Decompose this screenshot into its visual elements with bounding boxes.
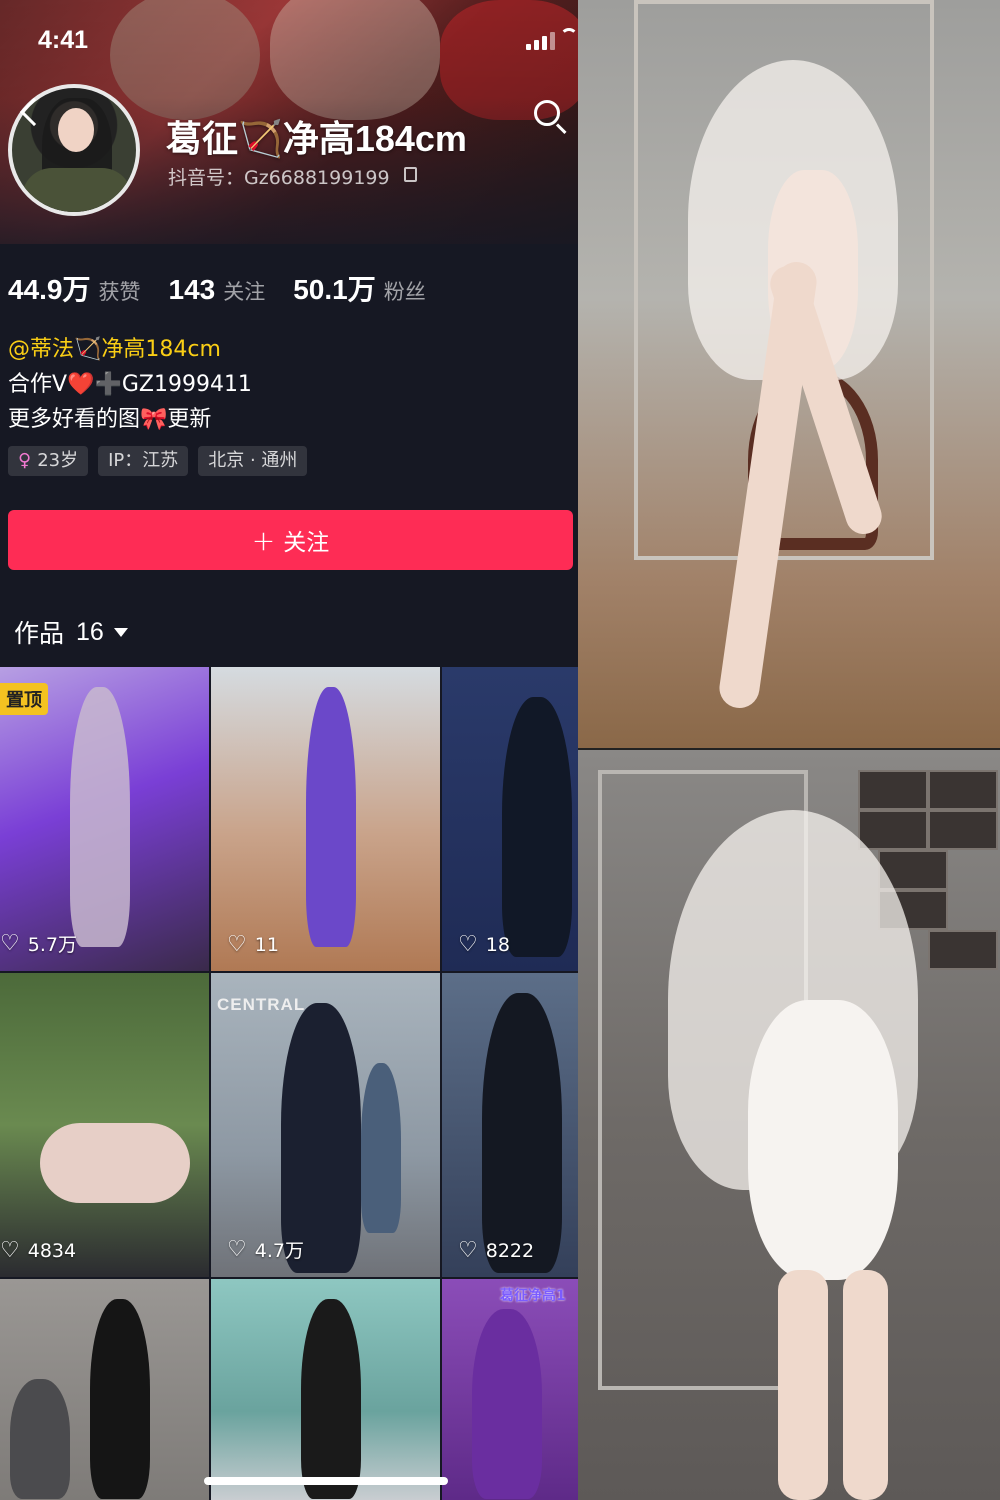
signal-icon: [526, 32, 556, 50]
video-thumbnail[interactable]: 置顶 ♡ 5.7万: [0, 667, 209, 971]
photo-bride-standing: [578, 750, 1000, 1500]
wifi-icon: [560, 28, 578, 46]
video-thumbnail[interactable]: 葛征净高1: [442, 1279, 578, 1500]
like-count: ♡ 11: [227, 932, 279, 957]
like-count: ♡ 18: [458, 932, 510, 957]
heart-icon: ♡: [0, 931, 20, 956]
profile-name: 葛征🏹净高184cm: [166, 118, 467, 159]
photo-collage: [578, 0, 1000, 1500]
stat-following-value: 143: [168, 274, 216, 305]
profile-tags: ♀ 23岁 IP：江苏 北京 · 通州: [8, 446, 317, 476]
plus-icon: +: [251, 523, 276, 557]
like-count: ♡ 4.7万: [227, 1237, 304, 1262]
chevron-down-icon: [113, 627, 128, 637]
status-time: 4:41: [38, 26, 89, 54]
stat-likes-label: 获赞: [98, 280, 141, 304]
video-thumbnail[interactable]: [211, 1279, 440, 1500]
tab-works[interactable]: 作品 16: [14, 614, 128, 650]
tab-works-count: 16: [76, 617, 104, 646]
video-grid: 置顶 ♡ 5.7万 ♡ 11 ♡ 18 ♡ 4834 CENTRAL ♡ 4.7万 ♡ 82…: [0, 667, 578, 1500]
video-thumbnail[interactable]: ♡ 18: [442, 667, 578, 971]
tag-ip: IP：江苏: [98, 446, 189, 476]
search-icon[interactable]: [534, 100, 560, 126]
heart-icon: ♡: [458, 1238, 478, 1263]
douyin-id: 抖音号：Gz6688199199: [168, 167, 390, 189]
pinned-badge: 置顶: [0, 683, 48, 715]
female-icon: ♀: [18, 450, 32, 471]
heart-icon: ♡: [0, 1238, 20, 1263]
stat-followers[interactable]: 50.1万 粉丝: [293, 268, 426, 308]
stat-likes-value: 44.9万: [8, 274, 91, 305]
stat-followers-value: 50.1万: [293, 274, 376, 305]
video-caption: 葛征净高1: [500, 1288, 566, 1304]
profile-screen: 4:41 葛征🏹净高184cm 抖音号：Gz6688199199 44.9万 获…: [0, 0, 578, 1500]
home-indicator: [204, 1477, 448, 1485]
stat-likes[interactable]: 44.9万 获赞: [8, 268, 141, 308]
tag-age: ♀ 23岁: [8, 446, 89, 476]
video-thumbnail[interactable]: ♡ 8222: [442, 973, 578, 1277]
heart-icon: ♡: [227, 1237, 247, 1262]
tag-location: 北京 · 通州: [198, 446, 308, 476]
like-count: ♡ 8222: [458, 1238, 535, 1263]
bio-line-update: 更多好看的图🎀更新: [8, 407, 212, 432]
heart-icon: ♡: [458, 932, 478, 957]
video-thumbnail[interactable]: ♡ 11: [211, 667, 440, 971]
like-count: ♡ 4834: [0, 1238, 77, 1263]
copy-icon[interactable]: [404, 167, 417, 182]
sign-text: CENTRAL: [217, 995, 306, 1014]
follow-button[interactable]: + 关注: [8, 510, 573, 570]
photo-bride-sitting: [578, 0, 1000, 748]
heart-icon: ♡: [227, 932, 247, 957]
bio-mention-link[interactable]: @蒂法🏹净高184cm: [8, 332, 252, 367]
bio: @蒂法🏹净高184cm 合作V❤️➕GZ1999411 更多好看的图🎀更新: [8, 332, 252, 437]
stat-followers-label: 粉丝: [383, 280, 426, 304]
stat-following[interactable]: 143 关注: [169, 274, 266, 306]
tab-works-label: 作品: [14, 619, 65, 648]
video-thumbnail[interactable]: [0, 1279, 209, 1500]
stat-following-label: 关注: [223, 280, 266, 304]
like-count: ♡ 5.7万: [0, 931, 77, 956]
profile-stats: 44.9万 获赞 143 关注 50.1万 粉丝: [8, 268, 454, 308]
bio-line-contact: 合作V❤️➕GZ1999411: [8, 372, 252, 397]
video-thumbnail[interactable]: CENTRAL ♡ 4.7万: [211, 973, 440, 1277]
follow-button-label: 关注: [283, 530, 330, 556]
tag-age-text: 23岁: [37, 450, 79, 471]
video-thumbnail[interactable]: ♡ 4834: [0, 973, 209, 1277]
